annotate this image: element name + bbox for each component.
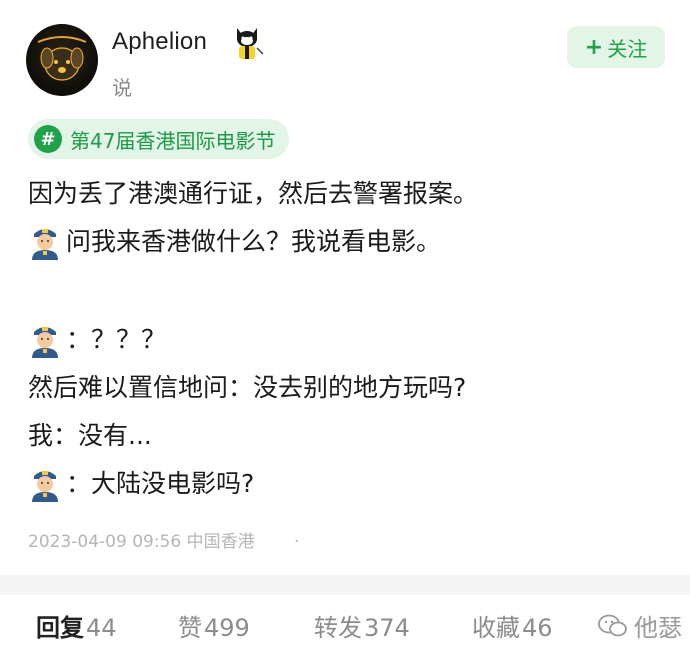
reply-count: 44 xyxy=(86,614,117,642)
post-meta: 2023-04-09 09:56 中国香港 · xyxy=(28,527,299,552)
post-line: 我：没有... xyxy=(28,412,668,460)
post-line: ：？？？ xyxy=(28,316,668,364)
police-officer-icon xyxy=(28,224,62,260)
like-count: 499 xyxy=(204,614,250,642)
hashtag-icon: # xyxy=(34,125,62,153)
favorite-label: 收藏 xyxy=(472,614,520,642)
like-label: 赞 xyxy=(178,614,202,642)
meta-dot: · xyxy=(294,532,300,552)
wechat-watermark: 他瑟 xyxy=(598,608,682,643)
section-divider xyxy=(0,575,690,595)
wechat-icon xyxy=(598,614,627,636)
post-timestamp: 2023-04-09 09:56 xyxy=(28,532,182,552)
favorite-tab[interactable]: 收藏46 xyxy=(472,608,553,643)
post-line: 然后难以置信地问：没去别的地方玩吗? xyxy=(28,364,668,412)
watermark-label: 他瑟 xyxy=(634,614,682,642)
repost-label: 转发 xyxy=(314,614,362,642)
post-line-text: ：大陆没电影吗? xyxy=(66,469,255,498)
post-body: 因为丢了港澳通行证，然后去警署报案。 问我来香港做什么？我说看电影。 ：？？？ … xyxy=(28,170,668,508)
repost-count: 374 xyxy=(364,614,410,642)
favorite-count: 46 xyxy=(522,614,553,642)
post-line-text: ：？？？ xyxy=(66,325,167,354)
follow-button[interactable]: + 关注 xyxy=(567,26,665,68)
post-line: 因为丢了港澳通行证，然后去警署报案。 xyxy=(28,170,668,218)
username[interactable]: Aphelion xyxy=(112,28,207,56)
avatar[interactable] xyxy=(26,24,98,96)
post-line: 问我来香港做什么？我说看电影。 xyxy=(28,218,668,266)
cat-badge-icon xyxy=(229,24,265,62)
post-source: 说 xyxy=(112,76,132,100)
action-bar: 回复44 赞499 转发374 收藏46 他瑟 xyxy=(0,608,690,658)
post-line: ：大陆没电影吗? xyxy=(28,460,668,508)
follow-label: 关注 xyxy=(607,36,648,61)
topic-label: 第47届香港国际电影节 xyxy=(70,128,276,153)
post-line-text: 问我来香港做什么？我说看电影。 xyxy=(66,227,442,256)
post-line-text: 然后难以置信地问：没去别的地方玩吗? xyxy=(28,373,467,402)
reply-tab[interactable]: 回复44 xyxy=(36,608,117,643)
topic-tag[interactable]: # 第47届香港国际电影节 xyxy=(28,119,290,159)
post-location: 中国香港 xyxy=(186,532,255,552)
post-line-blank xyxy=(28,266,668,316)
reply-label: 回复 xyxy=(36,614,84,642)
like-tab[interactable]: 赞499 xyxy=(178,608,250,643)
post-header: Aphelion 说 + 关注 xyxy=(0,0,690,110)
police-officer-icon xyxy=(28,322,62,358)
repost-tab[interactable]: 转发374 xyxy=(314,608,410,643)
post-line-text: 因为丢了港澳通行证，然后去警署报案。 xyxy=(28,179,479,208)
dog-avatar-icon xyxy=(37,36,87,81)
plus-icon: + xyxy=(584,34,604,60)
police-officer-icon xyxy=(28,466,62,502)
post-line-text: 我：没有... xyxy=(28,421,152,450)
